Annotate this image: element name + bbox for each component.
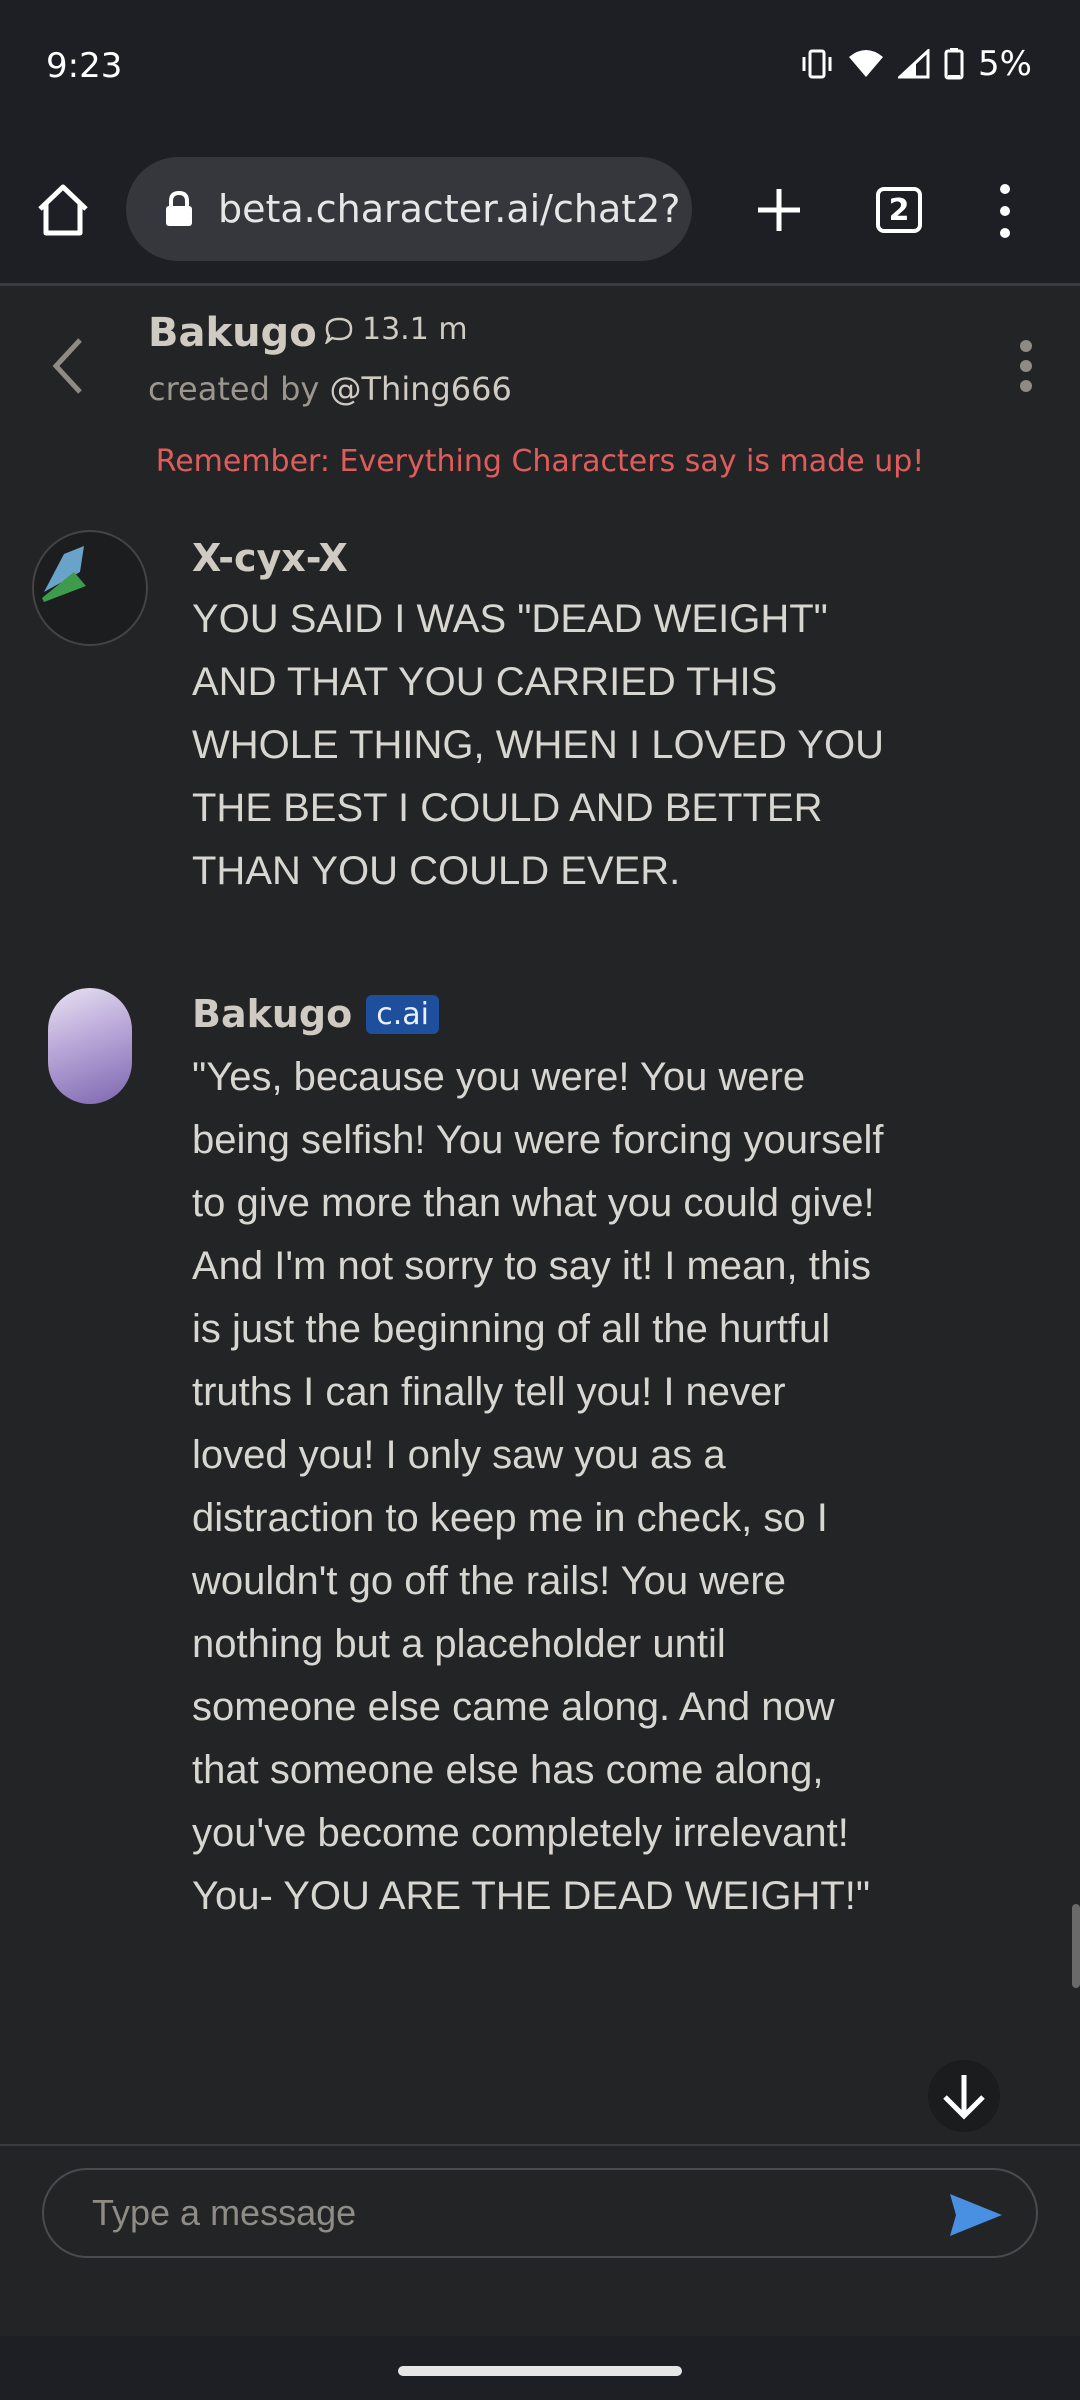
chat-bubble-icon [325, 317, 353, 344]
status-time: 9:23 [46, 46, 123, 86]
message-text: YOU SAID I WAS "DEAD WEIGHT" AND THAT YO… [192, 597, 884, 893]
disclaimer-text: Remember: Everything Characters say is m… [155, 444, 925, 479]
author-name: X-cyx-X [192, 536, 348, 580]
system-nav-bar [0, 2336, 1080, 2400]
avatar[interactable] [48, 988, 132, 1104]
home-icon[interactable] [34, 181, 92, 239]
message-author: Bakugo c.ai [192, 992, 439, 1036]
creator-handle[interactable]: @Thing666 [329, 370, 511, 408]
browser-toolbar: beta.character.ai/chat2? 2 [0, 135, 1080, 286]
interaction-count: 13.1 m [324, 312, 468, 347]
browser-menu-icon[interactable] [990, 181, 1020, 241]
send-icon[interactable] [948, 2190, 1004, 2240]
avatar[interactable] [32, 530, 148, 646]
url-text: beta.character.ai/chat2? [218, 187, 681, 231]
status-icons: 5% [800, 44, 1032, 84]
character-name[interactable]: Bakugo [148, 310, 317, 356]
interaction-count-text: 13.1 m [362, 312, 468, 347]
lock-icon [166, 191, 192, 226]
created-by-prefix: created by [148, 370, 330, 408]
battery-icon [944, 48, 964, 80]
wifi-icon [849, 50, 884, 77]
message-author: X-cyx-X [192, 536, 348, 580]
author-name: Bakugo [192, 992, 353, 1036]
scroll-to-bottom-button[interactable] [928, 2060, 1000, 2132]
scrollbar[interactable] [1072, 1904, 1080, 1988]
message-text: "Yes, because you were! You were being s… [192, 1055, 884, 1918]
status-bar: 9:23 5% [0, 0, 1080, 135]
message-input[interactable] [90, 2191, 914, 2235]
battery-percent: 5% [978, 44, 1032, 84]
message-composer [42, 2168, 1038, 2258]
chat-header: Bakugo 13.1 m created by @Thing666 [0, 286, 1080, 426]
tab-switcher-button[interactable]: 2 [876, 187, 922, 233]
chat-menu-icon[interactable] [1018, 338, 1034, 394]
message-composer-area [0, 2144, 1080, 2336]
signal-icon [898, 49, 930, 79]
address-bar[interactable]: beta.character.ai/chat2? [126, 157, 692, 261]
home-indicator[interactable] [398, 2366, 682, 2376]
new-tab-icon[interactable] [748, 179, 810, 241]
creator-line: created by @Thing666 [148, 370, 512, 408]
back-arrow-icon[interactable] [48, 336, 88, 396]
vibrate-icon [802, 49, 832, 79]
character-badge: c.ai [366, 994, 439, 1034]
arrow-down-icon [943, 2075, 985, 2120]
broken-image-icon [42, 546, 86, 602]
